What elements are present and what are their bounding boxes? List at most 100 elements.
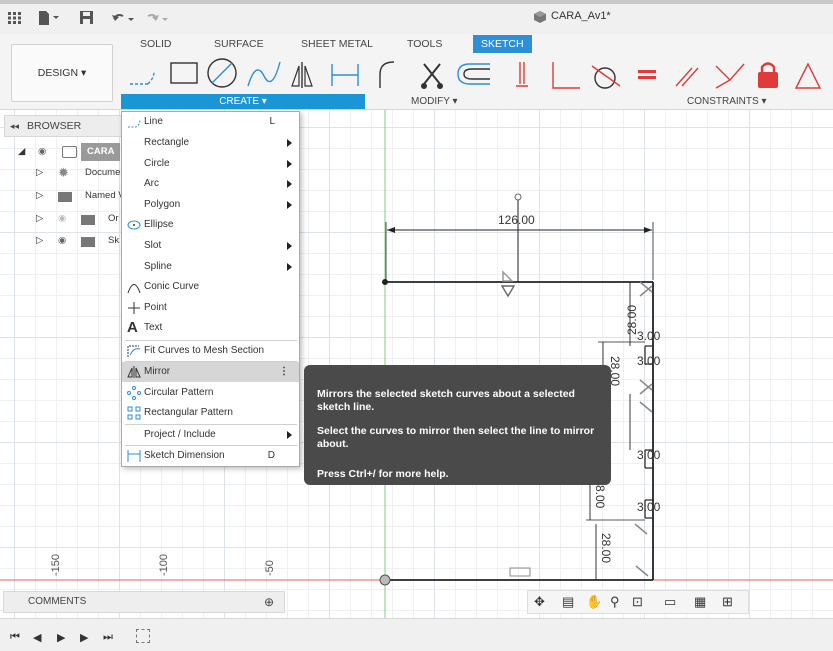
circle-tool-icon[interactable] [207,58,237,88]
horizontal-vertical-constraint-icon[interactable] [516,62,528,87]
go-to-end-icon[interactable]: ⏭ [103,631,113,644]
eye-icon[interactable]: ◉ [58,232,66,250]
dimension-28-e[interactable]: 28.00 [599,533,613,563]
tab-sketch[interactable]: SKETCH [473,35,532,53]
expand-icon[interactable]: ▷ [36,210,43,228]
mirror-icon [127,366,141,378]
document-cube-icon [533,10,547,24]
step-back-icon[interactable]: ◀ [33,631,41,644]
modify-group-button[interactable]: MODIFY ▾ [411,96,458,107]
tab-surface[interactable]: SURFACE [214,38,264,50]
menu-item-rectangular-pattern[interactable]: Rectangular Pattern [122,403,299,423]
parallel-constraint-icon[interactable] [675,67,699,87]
conic-curve-icon [127,284,141,294]
add-comment-icon[interactable]: ⊕ [264,592,274,612]
browser-item-label: Named V [85,190,122,201]
menu-item-text[interactable]: A Text [122,318,299,338]
play-icon[interactable]: ▶ [57,631,65,644]
dimension-3-c[interactable]: 3.00 [637,448,660,462]
trim-tool-icon[interactable] [421,63,443,89]
expand-icon[interactable]: ▷ [36,232,43,250]
timeline-bar: ⏮ ◀ ▶ ▶ ⏭ [0,618,833,651]
line-tool-icon[interactable] [130,71,155,85]
comments-panel[interactable]: COMMENTS ⊕ [3,591,285,613]
dimension-8[interactable]: 8.00 [593,485,607,508]
grid-menu-icon[interactable] [8,12,22,24]
hidden-eye-icon[interactable]: ◉ [58,210,66,228]
tab-sheet-metal[interactable]: SHEET METAL [301,38,373,50]
menu-item-project-include[interactable]: Project / Include [122,425,299,445]
expand-icon[interactable]: ▷ [36,164,43,182]
menu-item-arc[interactable]: Arc [122,174,299,194]
tangent-constraint-icon[interactable] [591,65,621,89]
browser-item-label: Or [108,213,119,224]
menu-item-slot[interactable]: Slot [122,236,299,256]
browser-header[interactable]: ◂◂ BROWSER [4,115,122,137]
browser-item-document-settings[interactable]: ▷ ✹ Docume [36,164,122,182]
browser-item-root[interactable]: ◢ ◉ CARA [18,143,122,161]
menu-item-line[interactable]: Line L [122,112,299,132]
menu-item-conic-curve[interactable]: Conic Curve [122,277,299,297]
look-at-icon[interactable]: ▤ [562,594,574,610]
menu-item-mirror[interactable]: Mirror ⋮ [122,362,299,382]
tab-tools[interactable]: TOOLS [407,38,442,50]
fit-icon[interactable]: ⊡ [632,594,643,610]
pan-icon[interactable]: ✋ [586,594,602,610]
perpendicular-constraint-icon[interactable] [715,63,745,89]
collapse-icon[interactable]: ◂◂ [10,116,19,136]
rectangle-tool-icon[interactable] [170,62,198,84]
file-icon[interactable] [38,10,60,26]
tab-solid[interactable]: SOLID [140,38,172,50]
menu-item-sketch-dimension[interactable]: Sketch Dimension D [122,446,299,466]
spline-tool-icon[interactable] [247,61,281,87]
go-to-start-icon[interactable]: ⏮ [10,631,20,644]
expand-icon[interactable]: ◢ [18,143,25,161]
fit-curves-icon [127,345,141,357]
fillet-tool-icon[interactable] [379,61,395,88]
fix-constraint-icon[interactable] [758,62,778,89]
shortcut-label: D [267,450,275,461]
menu-item-fit-curves[interactable]: Fit Curves to Mesh Section [122,341,299,361]
save-icon[interactable] [80,11,94,25]
dimension-3-a[interactable]: 3.00 [637,329,660,343]
menu-item-circle[interactable]: Circle [122,154,299,174]
timeline-sketch-icon[interactable] [136,629,150,643]
dimension-top[interactable]: 126.00 [498,213,535,227]
viewports-icon[interactable]: ⊞ [722,594,733,610]
menu-item-rectangle[interactable]: Rectangle [122,133,299,153]
midpoint-constraint-icon[interactable] [794,62,822,89]
dimension-3-d[interactable]: 3.00 [637,500,660,514]
orbit-icon[interactable]: ✥ [534,594,545,610]
browser-title: BROWSER [27,120,82,132]
undo-icon[interactable] [111,11,135,25]
dimension-3-b[interactable]: 3.00 [637,354,660,368]
more-options-icon[interactable]: ⋮ [279,362,289,382]
browser-item-origin[interactable]: ▷ ◉ Or [36,210,122,228]
coincident-constraint-icon[interactable] [552,62,580,89]
dimension-tool-icon[interactable] [331,64,359,86]
offset-tool-icon[interactable] [457,63,490,85]
create-group-button[interactable]: CREATE ▾ [121,94,365,109]
circular-pattern-icon [127,386,141,400]
menu-item-circular-pattern[interactable]: Circular Pattern [122,383,299,403]
tooltip-instructions: Select the curves to mirror then select … [317,425,595,450]
step-forward-icon[interactable]: ▶ [80,631,88,644]
redo-icon[interactable] [145,11,169,25]
eye-icon[interactable]: ◉ [38,143,46,161]
menu-item-spline[interactable]: Spline [122,257,299,277]
zoom-icon[interactable]: ⚲ [610,594,620,610]
menu-item-point[interactable]: Point [122,298,299,318]
workspace-design-button[interactable]: DESIGN ▾ [11,44,113,102]
mirror-tool-icon[interactable] [291,62,313,88]
component-icon [62,146,77,158]
menu-item-polygon[interactable]: Polygon [122,195,299,215]
folder-icon [58,192,72,202]
equal-constraint-icon[interactable] [638,70,656,79]
constraints-group-button[interactable]: CONSTRAINTS ▾ [687,96,766,107]
browser-item-sketches[interactable]: ▷ ◉ Sk [36,232,122,250]
display-settings-icon[interactable]: ▭ [664,594,676,610]
expand-icon[interactable]: ▷ [36,187,43,205]
menu-item-ellipse[interactable]: Ellipse [122,215,299,235]
browser-item-named-views[interactable]: ▷ Named V [36,187,122,205]
grid-settings-icon[interactable]: ▦ [694,594,706,610]
